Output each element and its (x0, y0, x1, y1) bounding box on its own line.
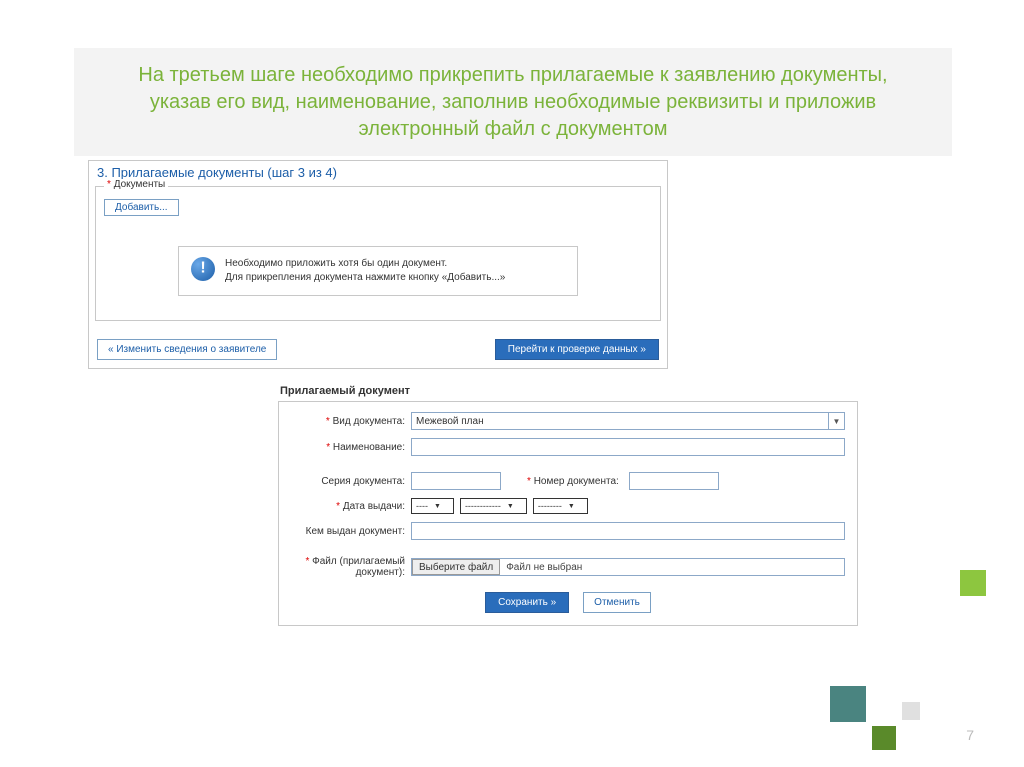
label-file: * Файл (прилагаемый документ): (291, 556, 411, 578)
label-file-text: Файл (прилагаемый документ): (312, 556, 405, 578)
info-icon (191, 257, 215, 281)
row-name: * Наименование: (291, 438, 845, 456)
info-line1: Необходимо приложить хотя бы один докуме… (225, 257, 505, 271)
label-name-text: Наименование: (333, 442, 405, 453)
documents-fieldset: * Документы Добавить... Необходимо прило… (95, 186, 661, 321)
label-number: * Номер документа: (527, 476, 619, 487)
deco-square (830, 686, 866, 722)
label-name: * Наименование: (291, 442, 411, 453)
info-line2: Для прикрепления документа нажмите кнопк… (225, 271, 505, 285)
attached-document-form: Прилагаемый документ * Вид документа: Ме… (278, 381, 858, 626)
back-button[interactable]: « Изменить сведения о заявителе (97, 339, 277, 360)
file-status-text: Файл не выбран (500, 562, 582, 573)
deco-square (960, 570, 986, 596)
deco-square (872, 726, 896, 750)
attached-docs-panel: 3. Прилагаемые документы (шаг 3 из 4) * … (88, 160, 668, 369)
series-input[interactable] (411, 472, 501, 490)
issued-by-input[interactable] (411, 522, 845, 540)
number-input[interactable] (629, 472, 719, 490)
required-mark: * (326, 442, 330, 453)
panel2-title: Прилагаемый документ (278, 381, 858, 401)
info-message-box: Необходимо приложить хотя бы один докуме… (178, 246, 578, 296)
series-number-group: * Номер документа: (411, 472, 845, 490)
name-input[interactable] (411, 438, 845, 456)
doc-type-select[interactable]: Межевой план ▼ (411, 412, 845, 430)
label-issued-by: Кем выдан документ: (291, 526, 411, 537)
documents-legend-text: Документы (114, 179, 166, 190)
label-doc-type-text: Вид документа: (333, 416, 405, 427)
panel1-title: 3. Прилагаемые документы (шаг 3 из 4) (89, 161, 667, 186)
required-mark: * (326, 416, 330, 427)
info-message-text: Необходимо приложить хотя бы один докуме… (225, 257, 505, 285)
row-issued-by: Кем выдан документ: (291, 522, 845, 540)
row-doc-type: * Вид документа: Межевой план ▼ (291, 412, 845, 430)
chevron-down-icon: ▼ (828, 413, 844, 429)
documents-legend: * Документы (104, 179, 168, 190)
date-month-select[interactable]: ------------ (460, 498, 527, 514)
label-issue-date: * Дата выдачи: (291, 501, 411, 512)
instruction-banner: На третьем шаге необходимо прикрепить пр… (74, 48, 952, 156)
row-issue-date: * Дата выдачи: ---- ------------ -------… (291, 498, 845, 514)
choose-file-button[interactable]: Выберите файл (412, 559, 500, 575)
label-number-text: Номер документа: (534, 476, 619, 487)
date-year-select[interactable]: -------- (533, 498, 588, 514)
instruction-text: На третьем шаге необходимо прикрепить пр… (114, 62, 912, 143)
next-button[interactable]: Перейти к проверке данных » (495, 339, 659, 360)
cancel-button[interactable]: Отменить (583, 592, 651, 613)
file-picker[interactable]: Выберите файл Файл не выбран (411, 558, 845, 576)
label-series: Серия документа: (291, 476, 411, 487)
row-file: * Файл (прилагаемый документ): Выберите … (291, 556, 845, 578)
save-button[interactable]: Сохранить » (485, 592, 569, 613)
doc-type-value: Межевой план (416, 416, 484, 427)
panel2-body: * Вид документа: Межевой план ▼ * Наимен… (278, 401, 858, 626)
required-mark: * (107, 179, 111, 190)
date-group: ---- ------------ -------- (411, 498, 845, 514)
add-document-button[interactable]: Добавить... (104, 199, 179, 216)
date-day-select[interactable]: ---- (411, 498, 454, 514)
label-doc-type: * Вид документа: (291, 416, 411, 427)
required-mark: * (305, 556, 309, 567)
panel1-footer: « Изменить сведения о заявителе Перейти … (89, 331, 667, 368)
label-issue-date-text: Дата выдачи: (343, 501, 405, 512)
row-series-number: Серия документа: * Номер документа: (291, 472, 845, 490)
deco-square (902, 702, 920, 720)
required-mark: * (527, 476, 531, 487)
panel2-footer: Сохранить » Отменить (291, 592, 845, 613)
required-mark: * (336, 501, 340, 512)
page-number: 7 (966, 727, 974, 743)
